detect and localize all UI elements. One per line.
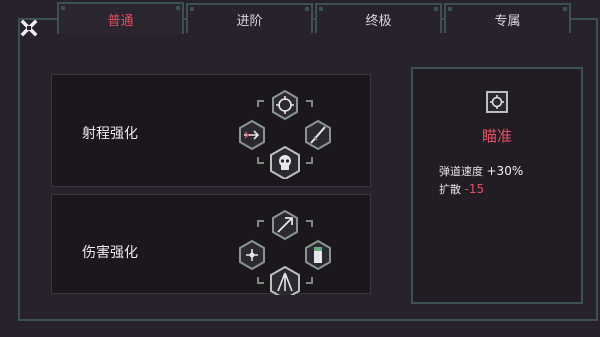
blade-node-icon[interactable]	[305, 119, 331, 151]
upgrade-panel-range: 射程强化	[51, 74, 371, 187]
spark-node-icon[interactable]	[239, 239, 265, 271]
detail-panel: 瞄准 弹道速度 +30% 扩散 -15	[411, 67, 583, 304]
arrow-node-icon[interactable]	[239, 119, 265, 151]
tab-advanced-label: 进阶	[236, 13, 263, 29]
tab-ultimate-label: 终极	[365, 13, 392, 29]
tab-exclusive[interactable]: 专属	[444, 3, 571, 33]
stat-spread-value: -15	[464, 182, 485, 196]
tab-ultimate[interactable]: 终极	[315, 3, 442, 33]
close-icon	[20, 19, 38, 37]
pierce-node-icon[interactable]	[272, 209, 298, 241]
stat-projectile-speed-value: +30%	[486, 164, 524, 178]
panel-title-damage: 伤害强化	[82, 245, 138, 261]
close-button[interactable]	[18, 17, 40, 39]
spread-node-icon[interactable]	[270, 265, 300, 295]
panel-title-range: 射程强化	[82, 126, 138, 142]
stat-spread-label: 扩散	[439, 183, 461, 196]
crosshair-node-icon[interactable]	[272, 89, 298, 121]
tab-exclusive-label: 专属	[494, 13, 521, 29]
tab-normal-label: 普通	[107, 13, 134, 29]
skull-node-icon[interactable]	[270, 145, 300, 179]
damage-skill-tree	[239, 209, 331, 295]
upgrade-panel-damage: 伤害强化	[51, 194, 371, 295]
crosshair-icon	[486, 91, 508, 113]
range-skill-tree	[239, 89, 331, 179]
stat-spread: 扩散 -15	[439, 181, 484, 197]
bullet-node-icon[interactable]	[305, 239, 331, 271]
skill-name: 瞄准	[481, 127, 512, 145]
tab-advanced[interactable]: 进阶	[186, 3, 313, 33]
tab-normal[interactable]: 普通	[57, 2, 184, 34]
stat-projectile-speed-label: 弹道速度	[439, 165, 483, 178]
stat-projectile-speed: 弹道速度 +30%	[439, 163, 523, 179]
